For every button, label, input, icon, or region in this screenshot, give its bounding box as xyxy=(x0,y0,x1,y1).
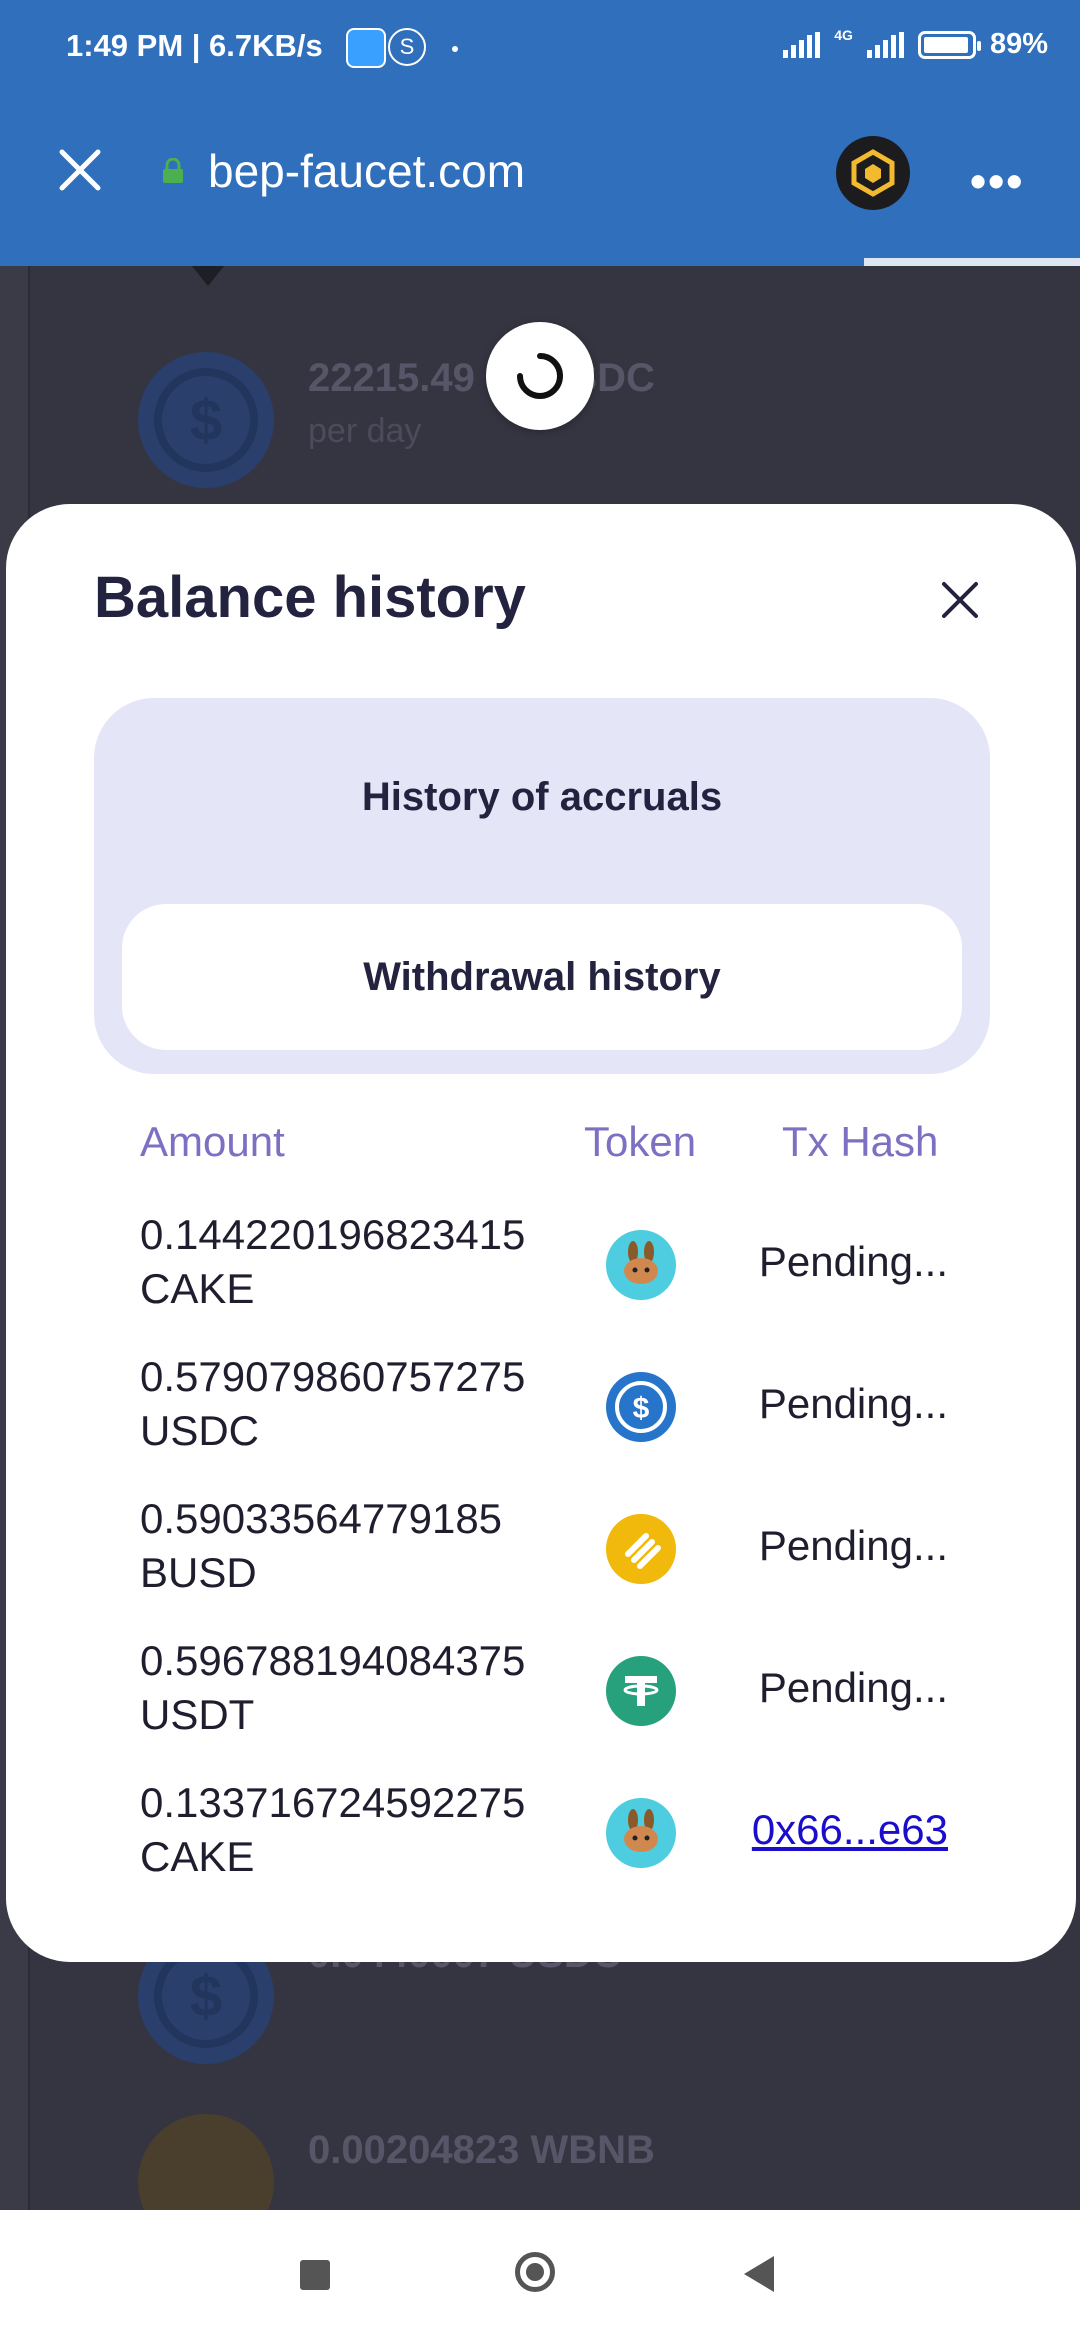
tab-history-of-accruals[interactable]: History of accruals xyxy=(94,698,990,896)
signal-icon xyxy=(783,31,821,58)
row-amount: 0.133716724592275 CAKE xyxy=(140,1779,526,1880)
column-header-tx-hash: Tx Hash xyxy=(782,1118,939,1165)
status-bar: 1:49 PM | 6.7KB/s S 4G 89% xyxy=(0,0,1080,100)
back-button[interactable] xyxy=(744,2256,774,2292)
table-row: 0.59033564779185 BUSD Pending... xyxy=(6,1492,1076,1622)
recents-button[interactable] xyxy=(300,2260,330,2290)
bg-usdc-amount: 22215.49 18 USDC xyxy=(308,356,655,400)
close-icon[interactable] xyxy=(56,146,104,194)
close-icon[interactable] xyxy=(940,580,980,620)
tx-hash-link[interactable]: 0x66...e63 xyxy=(752,1806,948,1854)
modal-title: Balance history xyxy=(94,565,526,630)
bg-per-day: per day xyxy=(308,412,422,450)
system-navigation-bar xyxy=(0,2210,1080,2340)
bnb-logo-icon[interactable] xyxy=(836,136,910,210)
column-header-token: Token xyxy=(584,1118,697,1165)
row-amount: 0.144220196823415 CAKE xyxy=(140,1211,526,1312)
network-type: 4G xyxy=(834,26,853,43)
row-tx-hash: Pending... xyxy=(758,1664,948,1711)
home-button[interactable] xyxy=(515,2252,555,2292)
table-row: 0.133716724592275 CAKE 0x66...e63 xyxy=(6,1776,1076,1906)
row-amount: 0.579079860757275 USDC xyxy=(140,1353,526,1454)
pancakeswap-icon xyxy=(606,1798,676,1868)
svg-text:$: $ xyxy=(190,388,222,453)
usdt-icon xyxy=(606,1656,676,1726)
more-menu-icon[interactable]: ••• xyxy=(970,154,1024,208)
battery-icon xyxy=(917,30,981,59)
browser-toolbar: bep-faucet.com ••• xyxy=(0,100,1080,266)
busd-icon xyxy=(606,1514,676,1584)
usdc-icon: $ xyxy=(606,1372,676,1442)
signal-icon-2 xyxy=(866,31,904,58)
loading-spinner xyxy=(486,322,594,430)
row-tx-hash: Pending... xyxy=(758,1380,948,1427)
balance-history-modal: Balance history History of accruals With… xyxy=(6,504,1076,1962)
row-tx-hash: Pending... xyxy=(758,1238,948,1285)
status-time: 1:49 PM | 6.7KB/s xyxy=(66,28,323,63)
usdc-coin-icon: $ xyxy=(138,352,274,488)
pancakeswap-icon xyxy=(606,1230,676,1300)
row-amount: 0.596788194084375 USDT xyxy=(140,1637,526,1738)
s-app-icon: S xyxy=(388,28,426,66)
svg-text:$: $ xyxy=(633,1392,650,1425)
table-row: 0.596788194084375 USDT Pending... xyxy=(6,1634,1076,1764)
table-row: 0.579079860757275 USDC $ Pending... xyxy=(6,1350,1076,1480)
url-text[interactable]: bep-faucet.com xyxy=(208,144,525,198)
table-row: 0.144220196823415 CAKE Pending... xyxy=(6,1208,1076,1338)
more-notifications-dot xyxy=(452,46,458,52)
row-amount: 0.59033564779185 BUSD xyxy=(140,1495,503,1596)
row-tx-hash: Pending... xyxy=(758,1522,948,1569)
svg-text:$: $ xyxy=(190,1964,222,2029)
history-tabs: History of accruals Withdrawal history xyxy=(94,698,990,1074)
page-load-progress xyxy=(864,258,1080,266)
lock-icon xyxy=(163,158,183,183)
battery-level: 89% xyxy=(989,28,1048,60)
app-notification-icon xyxy=(346,28,386,68)
tab-withdrawal-history[interactable]: Withdrawal history xyxy=(122,904,962,1050)
column-header-amount: Amount xyxy=(140,1118,285,1165)
dropdown-caret xyxy=(192,266,224,286)
bg-wbnb-amount: 0.00204823 WBNB xyxy=(308,2128,655,2172)
